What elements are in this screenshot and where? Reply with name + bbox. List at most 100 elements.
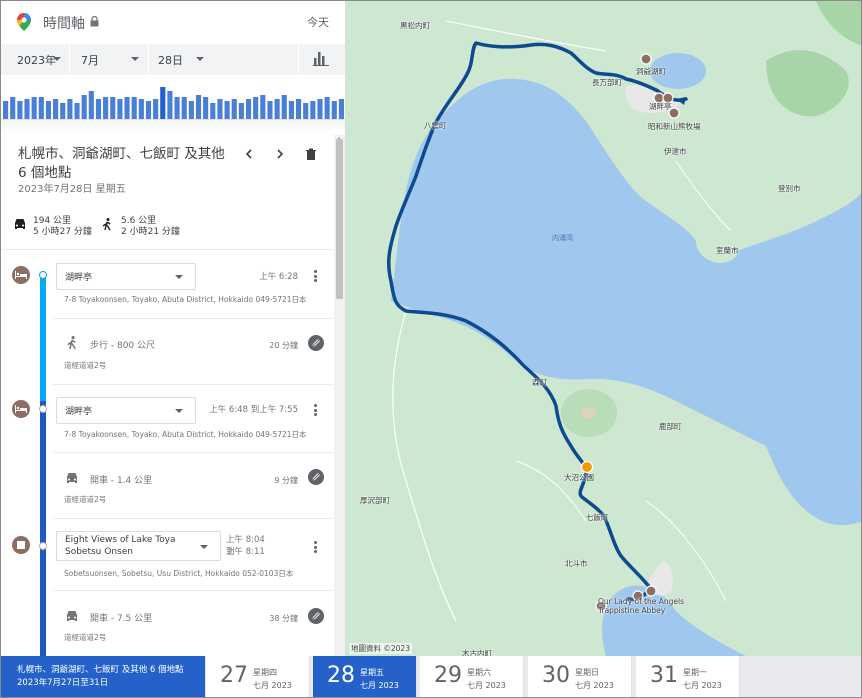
histogram-bar[interactable]: [310, 101, 316, 119]
edit-activity-icon[interactable]: [308, 469, 324, 485]
scrollbar[interactable]: [334, 135, 345, 656]
activity-histogram[interactable]: [1, 79, 346, 119]
histogram-bar[interactable]: [253, 97, 259, 119]
day-card[interactable]: 30 星期日 七月 2023: [528, 656, 632, 697]
histogram-bar[interactable]: [188, 101, 194, 119]
activity-label: 開車 - 1.4 公里: [90, 476, 153, 486]
histogram-bar[interactable]: [31, 97, 37, 119]
histogram-bar[interactable]: [317, 99, 323, 119]
histogram-bar[interactable]: [245, 99, 252, 119]
histogram-bar[interactable]: [53, 99, 59, 119]
histogram-bar[interactable]: [210, 103, 216, 119]
walk-icon: [102, 218, 111, 231]
trip-range-card[interactable]: 札幌市、洞爺湖町、七飯町 及其他 6 個地點 2023年7月27日至31日: [1, 656, 205, 697]
more-options-icon[interactable]: [314, 270, 317, 282]
map-label: 八雲町: [424, 121, 447, 130]
histogram-bar[interactable]: [281, 95, 287, 119]
histogram-bar[interactable]: [260, 95, 266, 119]
car-icon: [67, 473, 77, 483]
histogram-bar[interactable]: [331, 101, 337, 119]
histogram-bar[interactable]: [74, 103, 80, 119]
histogram-bar[interactable]: [203, 97, 209, 119]
histogram-bar[interactable]: [10, 97, 16, 119]
histogram-bar[interactable]: [124, 97, 130, 119]
histogram-bar[interactable]: [181, 97, 187, 119]
histogram-bar[interactable]: [138, 99, 144, 119]
month-select[interactable]: 7月: [81, 44, 147, 75]
divider: [53, 590, 334, 591]
histogram-bar[interactable]: [38, 97, 44, 119]
place-select[interactable]: Eight Views of Lake Toya Sobetsu Onsen: [56, 531, 221, 561]
histogram-bar[interactable]: [110, 97, 116, 119]
divider: [69, 44, 70, 75]
histogram-bar[interactable]: [167, 91, 173, 119]
histogram-bar[interactable]: [3, 101, 9, 119]
delete-icon[interactable]: [304, 147, 318, 161]
activity-duration: 20 分鐘: [269, 341, 298, 350]
restaurant-marker[interactable]: [580, 460, 594, 474]
day-card[interactable]: 31 星期一 七月 2023: [636, 656, 740, 697]
histogram-bar[interactable]: [338, 99, 344, 119]
histogram-bar[interactable]: [24, 99, 30, 119]
trip-range-dates: 2023年7月27日至31日: [17, 678, 109, 688]
histogram-bar[interactable]: [224, 101, 230, 119]
edit-activity-icon[interactable]: [308, 608, 324, 624]
timeline-stop-dot: [39, 405, 47, 413]
place-address: Sobetsuonsen, Sobetsu, Usu District, Hok…: [64, 569, 294, 578]
histogram-bar[interactable]: [88, 91, 94, 119]
histogram-bar[interactable]: [17, 101, 23, 119]
place-select[interactable]: 湖畔亭: [56, 397, 196, 424]
histogram-bar[interactable]: [174, 97, 180, 119]
histogram-bar[interactable]: [95, 99, 102, 119]
histogram-bar[interactable]: [160, 87, 166, 119]
car-icon: [15, 219, 25, 229]
histogram-bar[interactable]: [195, 95, 202, 119]
next-day-icon[interactable]: [273, 147, 287, 161]
activity-label: 步行 - 800 公尺: [90, 341, 156, 351]
map-canvas: [346, 1, 861, 656]
histogram-bar[interactable]: [238, 103, 244, 119]
day-card-selected[interactable]: 28 星期五 七月 2023: [313, 656, 417, 697]
histogram-bar[interactable]: [60, 103, 66, 119]
histogram-bar[interactable]: [231, 99, 237, 119]
landmark-icon: [12, 536, 30, 554]
today-button[interactable]: 今天: [307, 14, 329, 30]
map-label: 登別市: [778, 184, 801, 193]
histogram-bar[interactable]: [117, 99, 123, 119]
bar-chart-icon[interactable]: [313, 52, 329, 66]
edit-activity-icon[interactable]: [308, 335, 324, 351]
histogram-bar[interactable]: [81, 95, 87, 119]
histogram-bar[interactable]: [295, 99, 302, 119]
histogram-bar[interactable]: [267, 101, 273, 119]
map-view[interactable]: 黒松内町 長万部町 洞爺湖町 湖畔亭 昭和新山熊牧場 伊達市 登別市 室蘭市 内…: [346, 1, 861, 656]
histogram-bar[interactable]: [153, 99, 159, 119]
year-select[interactable]: 2023年: [17, 44, 69, 75]
place-marker[interactable]: [645, 585, 657, 597]
day-card[interactable]: 29 星期六 七月 2023: [420, 656, 524, 697]
place-marker[interactable]: [640, 53, 652, 65]
histogram-bar[interactable]: [45, 101, 52, 119]
timeline-line-drive: [40, 401, 46, 656]
histogram-bar[interactable]: [303, 103, 309, 119]
more-options-icon[interactable]: [314, 541, 317, 553]
day-select[interactable]: 28日: [158, 44, 224, 75]
histogram-bar[interactable]: [67, 99, 73, 119]
activity-label: 開車 - 7.5 公里: [90, 614, 153, 624]
histogram-bar[interactable]: [145, 101, 152, 119]
lock-icon: [90, 16, 99, 27]
more-options-icon[interactable]: [314, 404, 317, 416]
histogram-bar[interactable]: [217, 99, 223, 119]
histogram-bar[interactable]: [288, 101, 294, 119]
histogram-bar[interactable]: [324, 97, 330, 119]
previous-day-icon[interactable]: [242, 147, 256, 161]
mountain-summit: [581, 407, 597, 419]
place-select[interactable]: 湖畔亭: [56, 263, 196, 290]
histogram-bar[interactable]: [274, 99, 280, 119]
scrollbar-thumb[interactable]: [336, 139, 343, 299]
divider: [53, 518, 334, 519]
hotel-icon: [12, 266, 30, 284]
chevron-down-icon: [131, 57, 139, 61]
day-card[interactable]: 27 星期四 七月 2023: [206, 656, 310, 697]
histogram-bar[interactable]: [131, 97, 137, 119]
histogram-bar[interactable]: [103, 97, 109, 119]
